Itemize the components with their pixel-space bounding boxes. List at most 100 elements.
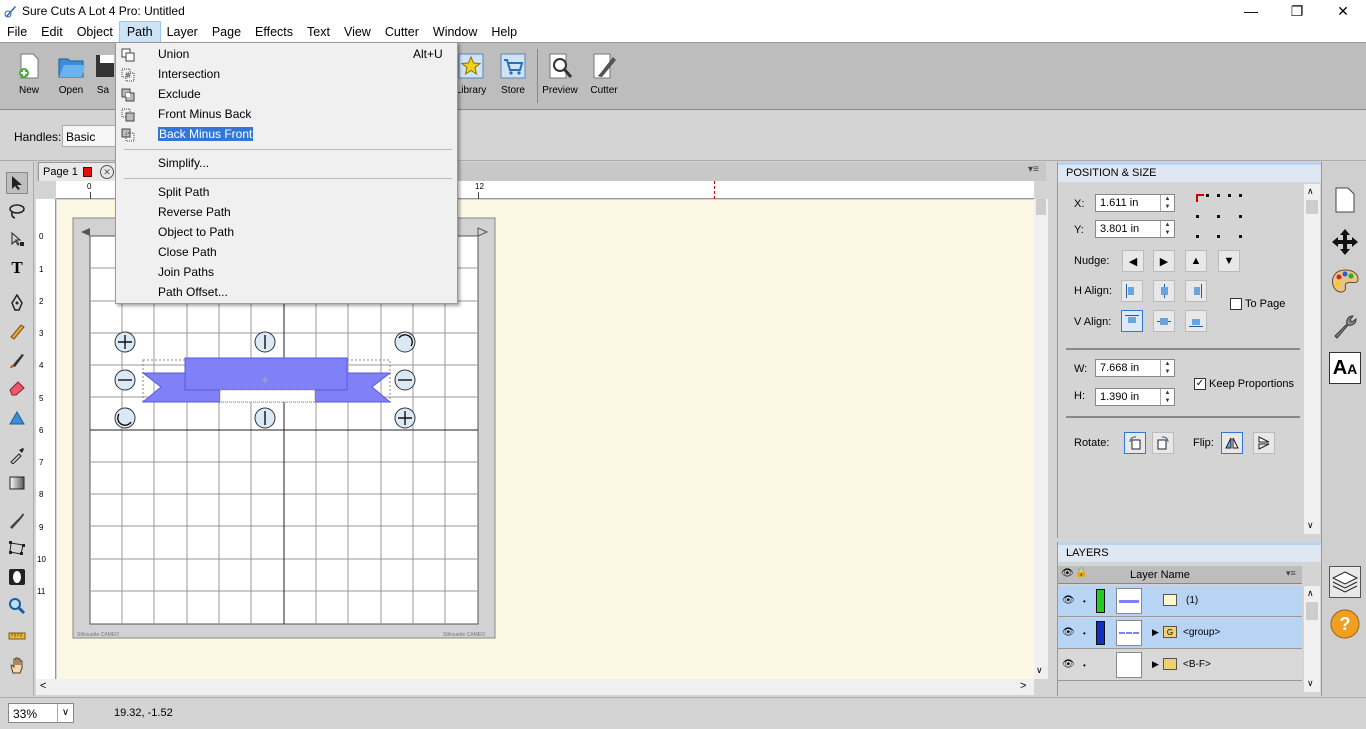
height-input[interactable]: 1.390 in ▲ ▼	[1095, 388, 1175, 406]
spinner-icon[interactable]: ▲ ▼	[1160, 389, 1174, 405]
position-panel-button[interactable]	[1329, 226, 1361, 258]
scroll-down-icon[interactable]: ∨	[1307, 678, 1314, 689]
node-select-tool[interactable]	[6, 228, 28, 250]
menu-item-simplify[interactable]: Simplify...	[158, 156, 209, 170]
menu-object[interactable]: Object	[70, 22, 120, 42]
close-button[interactable]: ✕	[1320, 0, 1366, 22]
expand-arrow-icon[interactable]: ▶	[1152, 627, 1159, 638]
nudge-down-button[interactable]: ▼	[1218, 250, 1240, 272]
menu-item-union[interactable]: Union	[158, 47, 189, 61]
layer-color-swatch[interactable]	[1096, 621, 1105, 645]
help-button[interactable]: ?	[1329, 608, 1361, 640]
visibility-eye-icon[interactable]: 👁	[1062, 659, 1075, 670]
layer-row[interactable]: 👁 • ▶ <B-F>	[1058, 650, 1302, 681]
measure-tool[interactable]	[6, 625, 28, 647]
menu-window[interactable]: Window	[426, 22, 484, 42]
pen-tool[interactable]	[6, 292, 28, 314]
menu-edit[interactable]: Edit	[34, 22, 70, 42]
store-button[interactable]: Store	[493, 51, 533, 96]
tab-close-icon[interactable]: ✕	[100, 165, 114, 179]
settings-panel-button[interactable]	[1329, 310, 1361, 342]
nudge-right-button[interactable]: ▶	[1153, 250, 1175, 272]
spinner-icon[interactable]: ▲ ▼	[1160, 195, 1174, 211]
menu-item-path-offset[interactable]: Path Offset...	[158, 285, 228, 299]
shape-tool[interactable]	[6, 407, 28, 429]
y-input[interactable]: 3.801 in ▲ ▼	[1095, 220, 1175, 238]
scroll-thumb[interactable]	[1036, 199, 1046, 215]
layers-panel-button[interactable]	[1329, 566, 1361, 598]
align-center-button[interactable]	[1153, 280, 1175, 302]
menu-item-close-path[interactable]: Close Path	[158, 245, 217, 259]
spinner-icon[interactable]: ▲ ▼	[1160, 360, 1174, 376]
cutter-button[interactable]: Cutter	[584, 51, 624, 96]
handles-select[interactable]: Basic	[62, 125, 122, 147]
select-tool[interactable]	[6, 172, 28, 194]
flip-horizontal-button[interactable]	[1221, 432, 1243, 454]
menu-item-object-to-path[interactable]: Object to Path	[158, 225, 234, 239]
shadow-tool[interactable]	[6, 566, 28, 588]
menu-item-front-minus-back[interactable]: Front Minus Back	[158, 107, 251, 121]
to-page-checkbox[interactable]	[1230, 298, 1242, 310]
layers-menu-icon[interactable]: ▾≡	[1286, 568, 1296, 579]
rotate-left-button[interactable]	[1124, 432, 1146, 454]
menu-file[interactable]: File	[0, 22, 34, 42]
nudge-up-button[interactable]: ▲	[1185, 250, 1207, 272]
width-input[interactable]: 7.668 in ▲ ▼	[1095, 359, 1175, 377]
lock-dot[interactable]: •	[1083, 597, 1086, 606]
layer-row[interactable]: 👁 • ▶ G <group>	[1058, 618, 1302, 649]
visibility-eye-icon[interactable]: 👁	[1062, 595, 1075, 606]
align-middle-button[interactable]	[1153, 310, 1175, 332]
spinner-icon[interactable]: ▲ ▼	[1160, 221, 1174, 237]
gradient-tool[interactable]	[6, 472, 28, 494]
tab-page-1[interactable]: Page 1 ✕	[38, 162, 118, 181]
align-left-button[interactable]	[1121, 280, 1143, 302]
zoom-select[interactable]: 33% ∨	[8, 703, 74, 723]
page-panel-button[interactable]	[1329, 184, 1361, 216]
reference-point-grid[interactable]	[1194, 192, 1246, 240]
save-button[interactable]: Sa	[92, 51, 114, 96]
layer-color-swatch[interactable]	[1096, 589, 1105, 613]
scroll-down-icon[interactable]: ∨	[1307, 520, 1314, 531]
flip-vertical-button[interactable]	[1253, 432, 1275, 454]
scroll-left-icon[interactable]: <	[40, 680, 46, 692]
expand-arrow-icon[interactable]: ▶	[1152, 659, 1159, 670]
pan-tool[interactable]	[6, 654, 28, 676]
align-top-button[interactable]	[1121, 310, 1143, 332]
scroll-thumb[interactable]	[1306, 200, 1318, 214]
layer-row[interactable]: 👁 • (1)	[1058, 586, 1302, 617]
minimize-button[interactable]: —	[1228, 0, 1274, 22]
tab-menu-icon[interactable]: ▾≡	[1028, 164, 1039, 175]
knife-tool[interactable]	[6, 509, 28, 531]
align-bottom-button[interactable]	[1185, 310, 1207, 332]
menu-item-back-minus-front[interactable]: Back Minus Front	[158, 127, 254, 141]
pencil-tool[interactable]	[6, 320, 28, 342]
scroll-up-icon[interactable]: ∧	[1307, 186, 1314, 197]
new-button[interactable]: New	[9, 51, 49, 96]
nudge-left-button[interactable]: ◀	[1122, 250, 1144, 272]
canvas-vertical-scrollbar[interactable]: ∨	[1034, 199, 1048, 679]
menu-path[interactable]: Path	[118, 21, 161, 43]
text-tool[interactable]: T	[6, 257, 28, 279]
menu-item-split-path[interactable]: Split Path	[158, 185, 209, 199]
scroll-up-icon[interactable]: ∧	[1307, 588, 1314, 599]
menu-layer[interactable]: Layer	[160, 22, 205, 42]
menu-text[interactable]: Text	[300, 22, 337, 42]
zoom-tool[interactable]	[6, 595, 28, 617]
rotate-right-button[interactable]	[1152, 432, 1174, 454]
eraser-tool[interactable]	[6, 377, 28, 399]
panel-scrollbar[interactable]: ∧ ∨	[1304, 184, 1320, 534]
menu-help[interactable]: Help	[484, 22, 524, 42]
color-panel-button[interactable]	[1329, 266, 1361, 298]
menu-item-join-paths[interactable]: Join Paths	[158, 265, 214, 279]
brush-tool[interactable]	[6, 349, 28, 371]
layers-scrollbar[interactable]: ∧ ∨	[1304, 586, 1320, 692]
menu-item-exclude[interactable]: Exclude	[158, 87, 201, 101]
canvas-horizontal-scrollbar[interactable]: < >	[36, 679, 1034, 695]
distort-tool[interactable]	[6, 537, 28, 559]
menu-cutter[interactable]: Cutter	[378, 22, 426, 42]
preview-button[interactable]: Preview	[540, 51, 580, 96]
menu-effects[interactable]: Effects	[248, 22, 300, 42]
menu-item-intersection[interactable]: Intersection	[158, 67, 220, 81]
menu-page[interactable]: Page	[205, 22, 248, 42]
scroll-down-icon[interactable]: ∨	[1036, 665, 1043, 676]
